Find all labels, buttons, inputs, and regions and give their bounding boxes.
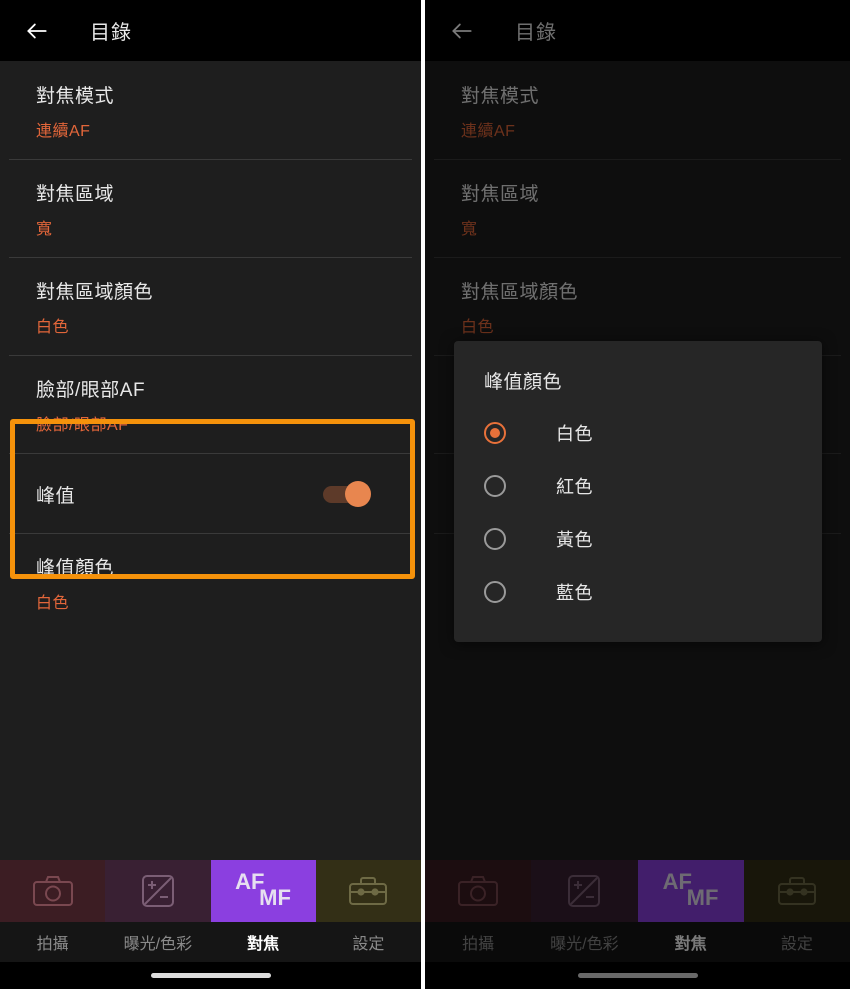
row-title: 對焦區域	[36, 184, 115, 205]
peaking-color-dialog: 峰值顏色 白色 紅色 黃色 藍色	[454, 341, 822, 642]
dialog-option-red[interactable]: 紅色	[454, 459, 822, 512]
nav-tiles: AF MF	[0, 860, 421, 922]
row-title: 臉部/眼部AF	[36, 380, 146, 401]
dialog-option-blue[interactable]: 藍色	[454, 565, 822, 618]
settings-row-focus-area-color[interactable]: 對焦區域顏色 白色	[0, 257, 421, 355]
toolbox-icon	[347, 875, 389, 907]
option-label: 紅色	[556, 476, 593, 497]
dialog-option-white[interactable]: 白色	[454, 406, 822, 459]
mf-label: MF	[259, 885, 291, 910]
camera-icon	[31, 874, 75, 908]
toggle-thumb	[345, 481, 371, 507]
row-title: 峰值顏色	[36, 558, 115, 579]
nav-label-focus[interactable]: 對焦	[211, 922, 316, 962]
dialog-title: 峰值顏色	[484, 372, 563, 393]
radio-button-icon[interactable]	[484, 474, 506, 497]
settings-row-face-eye-af[interactable]: 臉部/眼部AF 臉部/眼部AF	[0, 355, 421, 453]
phone-screen-right: 目錄 對焦模式 連續AF 對焦區域 寬 對焦區域顏色 白色	[425, 0, 850, 989]
nav-label-capture[interactable]: 拍攝	[0, 922, 105, 962]
phone-screen-left: 目錄 對焦模式 連續AF 對焦區域 寬 對焦區域顏色 白色 臉部/眼部AF 臉部…	[0, 0, 421, 989]
exposure-icon	[141, 874, 175, 908]
radio-button-icon[interactable]	[484, 527, 506, 550]
row-value: 寬	[36, 221, 53, 238]
row-value: 連續AF	[36, 123, 91, 140]
nav-labels: 拍攝 曝光/色彩 對焦 設定	[0, 922, 421, 962]
screenshot-stage: 目錄 對焦模式 連續AF 對焦區域 寬 對焦區域顏色 白色 臉部/眼部AF 臉部…	[0, 0, 850, 989]
app-bar: 目錄	[0, 0, 421, 61]
dialog-option-yellow[interactable]: 黃色	[454, 512, 822, 565]
nav-tile-settings[interactable]	[315, 860, 421, 922]
row-value: 白色	[36, 595, 70, 612]
settings-row-peaking[interactable]: 峰值	[0, 453, 421, 533]
nav-tile-focus[interactable]: AF MF	[210, 860, 316, 922]
settings-row-focus-mode[interactable]: 對焦模式 連續AF	[0, 61, 421, 159]
row-value: 白色	[36, 319, 70, 336]
row-title: 對焦模式	[36, 86, 115, 107]
option-label: 黃色	[556, 529, 593, 550]
af-mf-icon: AF MF	[227, 868, 299, 914]
arrow-left-icon[interactable]	[22, 16, 52, 46]
nav-label-exposure[interactable]: 曝光/色彩	[105, 922, 210, 962]
peaking-toggle-switch[interactable]	[323, 481, 379, 507]
row-value: 臉部/眼部AF	[36, 417, 129, 434]
gesture-bar	[0, 962, 421, 989]
settings-row-peaking-color[interactable]: 峰值顏色 白色	[0, 533, 421, 631]
nav-tile-exposure[interactable]	[105, 860, 211, 922]
page-title: 目錄	[90, 22, 132, 44]
row-title: 對焦區域顏色	[36, 282, 154, 303]
settings-row-focus-area[interactable]: 對焦區域 寬	[0, 159, 421, 257]
nav-tile-capture[interactable]	[0, 860, 106, 922]
radio-button-icon[interactable]	[484, 580, 506, 603]
radio-button-icon[interactable]	[484, 421, 506, 444]
option-label: 藍色	[556, 582, 593, 603]
bottom-navigation-left: AF MF 拍攝 曝光/色彩 對焦 設定	[0, 860, 421, 989]
row-title: 峰值	[36, 485, 76, 507]
settings-list-left: 對焦模式 連續AF 對焦區域 寬 對焦區域顏色 白色 臉部/眼部AF 臉部/眼部…	[0, 61, 421, 631]
nav-label-settings[interactable]: 設定	[316, 922, 421, 962]
option-label: 白色	[556, 423, 593, 444]
home-indicator[interactable]	[150, 973, 271, 978]
